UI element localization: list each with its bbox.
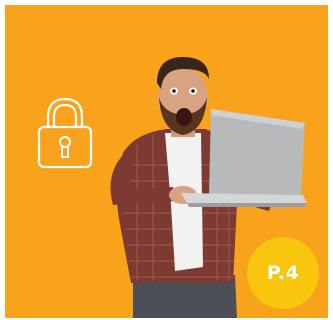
page-number-label: P.4 [266, 262, 300, 284]
lock-icon [37, 97, 93, 169]
hero-image-card: P.4 [5, 5, 328, 318]
page-number-badge: P.4 [247, 237, 319, 309]
